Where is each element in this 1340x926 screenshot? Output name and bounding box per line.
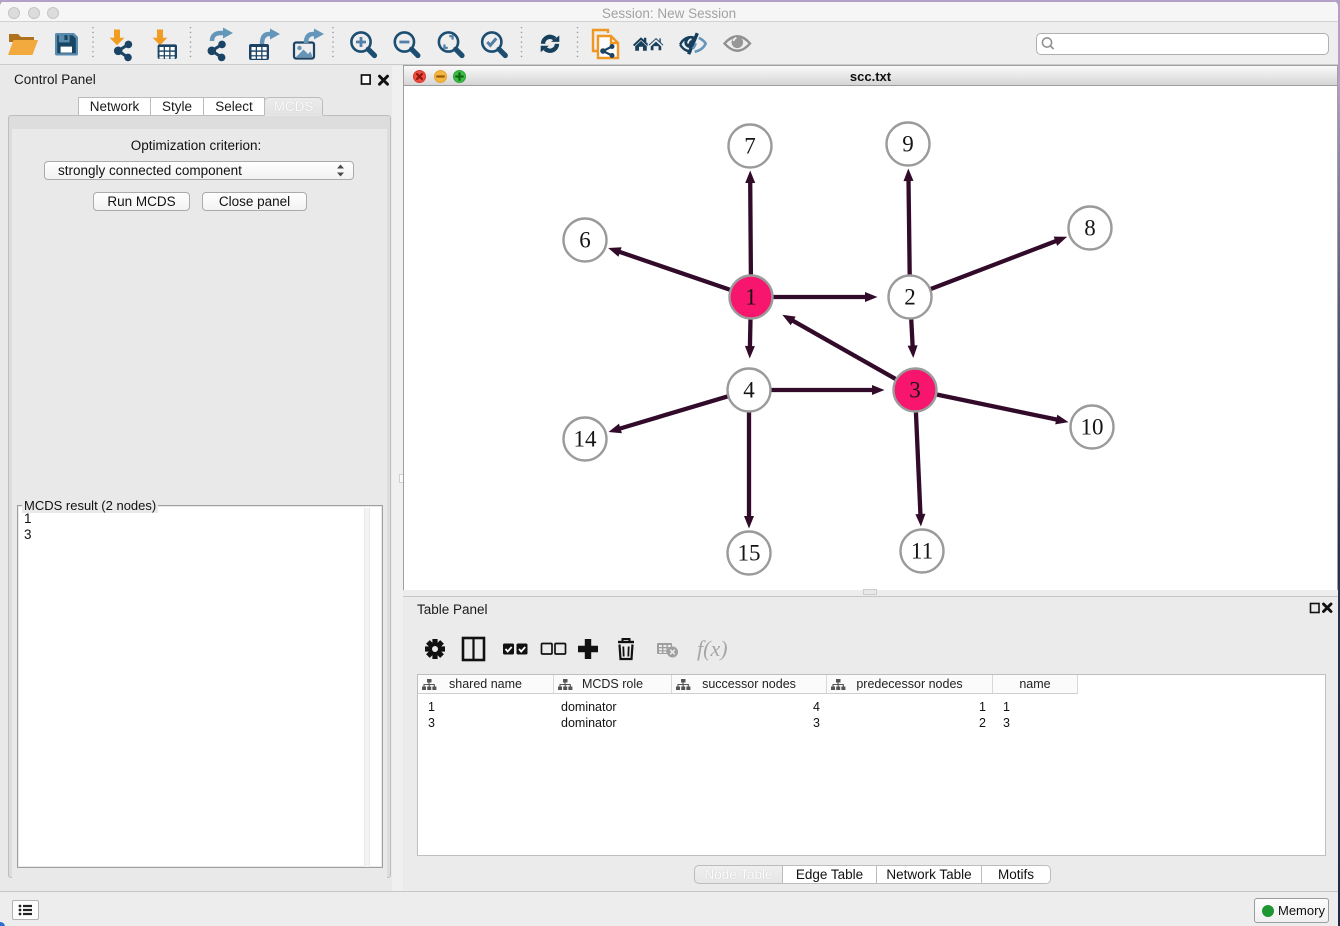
svg-text:3: 3 <box>909 378 921 403</box>
svg-text:11: 11 <box>911 539 933 564</box>
svg-text:6: 6 <box>579 228 591 253</box>
svg-text:14: 14 <box>574 427 598 452</box>
svg-text:f(x): f(x) <box>697 636 728 661</box>
svg-text:8: 8 <box>1084 216 1096 241</box>
svg-text:7: 7 <box>744 134 756 159</box>
svg-text:1: 1 <box>745 285 757 310</box>
svg-text:2: 2 <box>904 285 916 310</box>
svg-text:10: 10 <box>1081 415 1104 440</box>
svg-text:9: 9 <box>902 132 914 157</box>
svg-text:4: 4 <box>743 378 755 403</box>
svg-text:15: 15 <box>738 541 761 566</box>
